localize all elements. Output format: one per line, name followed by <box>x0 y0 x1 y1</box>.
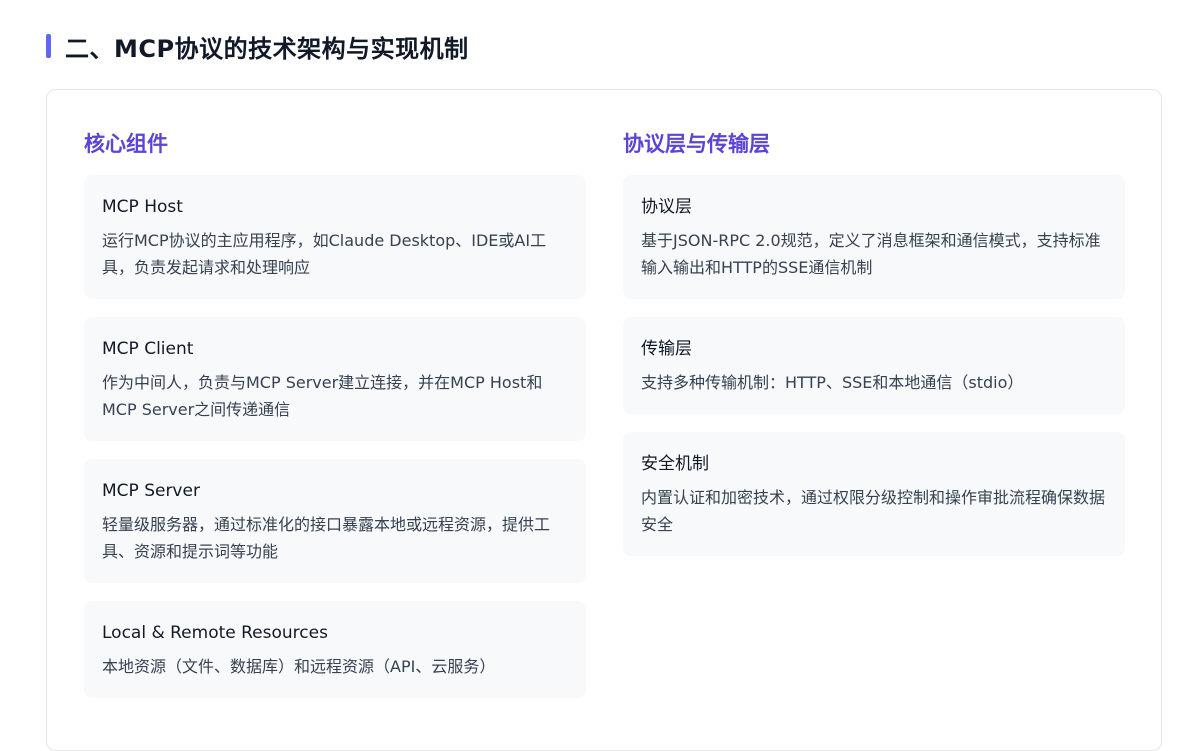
layer-title: 传输层 <box>641 339 692 359</box>
component-description: 本地资源（文件、数据库）和远程资源（API、云服务） <box>102 657 496 676</box>
layer-title: 安全机制 <box>641 454 709 474</box>
layer-description: 基于JSON-RPC 2.0规范，定义了消息框架和通信模式，支持标准输入输出和H… <box>641 231 1101 277</box>
component-description: 运行MCP协议的主应用程序，如Claude Desktop、IDE或AI工具，负… <box>102 231 547 277</box>
layer-title: 协议层 <box>641 197 692 217</box>
content-card: 核心组件 MCP Host 运行MCP协议的主应用程序，如Claude Desk… <box>46 89 1162 751</box>
layer-item-transport: 传输层 支持多种传输机制：HTTP、SSE和本地通信（stdio） <box>623 317 1125 414</box>
component-item-mcp-client: MCP Client 作为中间人，负责与MCP Server建立连接，并在MCP… <box>84 317 586 441</box>
protocol-transport-column: 协议层与传输层 协议层 基于JSON-RPC 2.0规范，定义了消息框架和通信模… <box>623 130 1125 574</box>
component-description: 轻量级服务器，通过标准化的接口暴露本地或远程资源，提供工具、资源和提示词等功能 <box>102 515 551 561</box>
component-item-mcp-server: MCP Server 轻量级服务器，通过标准化的接口暴露本地或远程资源，提供工具… <box>84 459 586 583</box>
component-title: Local & Remote Resources <box>102 623 328 643</box>
component-item-mcp-host: MCP Host 运行MCP协议的主应用程序，如Claude Desktop、I… <box>84 175 586 299</box>
component-title: MCP Host <box>102 197 183 217</box>
layer-item-security: 安全机制 内置认证和加密技术，通过权限分级控制和操作审批流程确保数据安全 <box>623 432 1125 556</box>
core-components-column: 核心组件 MCP Host 运行MCP协议的主应用程序，如Claude Desk… <box>84 130 586 716</box>
component-description: 作为中间人，负责与MCP Server建立连接，并在MCP Host和MCP S… <box>102 373 543 419</box>
component-title: MCP Client <box>102 339 194 359</box>
component-item-resources: Local & Remote Resources 本地资源（文件、数据库）和远程… <box>84 601 586 698</box>
layer-item-protocol: 协议层 基于JSON-RPC 2.0规范，定义了消息框架和通信模式，支持标准输入… <box>623 175 1125 299</box>
section-header: 二、MCP协议的技术架构与实现机制 <box>46 30 469 63</box>
layer-description: 支持多种传输机制：HTTP、SSE和本地通信（stdio） <box>641 373 1024 392</box>
layer-description: 内置认证和加密技术，通过权限分级控制和操作审批流程确保数据安全 <box>641 488 1106 534</box>
core-components-heading: 核心组件 <box>84 132 168 156</box>
accent-bar <box>46 34 51 58</box>
component-title: MCP Server <box>102 481 200 501</box>
section-title: 二、MCP协议的技术架构与实现机制 <box>65 34 469 63</box>
protocol-transport-heading: 协议层与传输层 <box>623 132 770 156</box>
